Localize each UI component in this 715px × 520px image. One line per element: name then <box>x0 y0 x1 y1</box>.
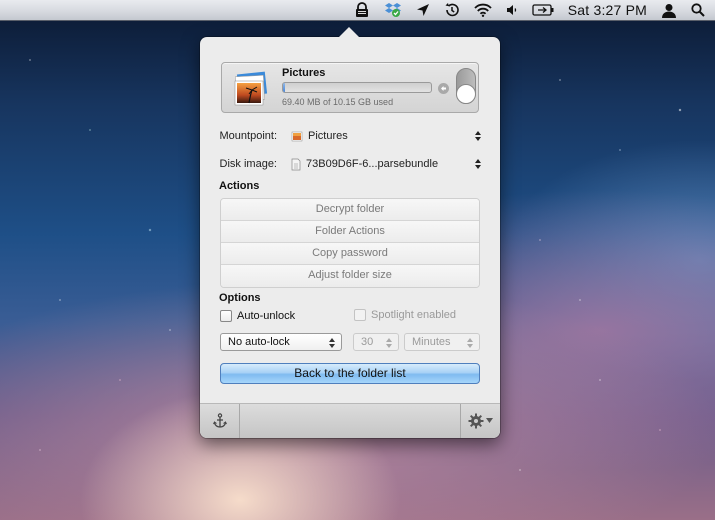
usage-progress-bar <box>282 82 432 93</box>
folder-name: Pictures <box>282 67 326 79</box>
auto-unlock-checkbox-row[interactable]: Auto-unlock <box>220 310 295 322</box>
mountpoint-label: Mountpoint: <box>219 130 277 142</box>
spotlight-checkbox-row[interactable]: Spotlight enabled <box>354 309 456 321</box>
disk-image-value: 73B09D6F-6...parsebundle <box>306 158 439 170</box>
updown-arrows-icon <box>329 338 335 348</box>
auto-lock-select-value: No auto-lock <box>228 336 290 348</box>
updown-arrows-icon <box>386 338 392 348</box>
back-to-folder-list-button[interactable]: Back to the folder list <box>220 363 480 384</box>
menubar-time-machine[interactable] <box>444 0 460 21</box>
updown-arrows-icon <box>475 159 481 169</box>
menubar-dropbox[interactable] <box>384 0 402 21</box>
auto-lock-select[interactable]: No auto-lock <box>220 333 342 351</box>
mountpoint-value: Pictures <box>308 130 348 142</box>
auto-unlock-label: Auto-unlock <box>237 310 296 322</box>
usage-progress-fill <box>283 83 286 92</box>
spotlight-enabled-checkbox[interactable] <box>354 309 366 321</box>
spotlight-search-icon <box>691 3 705 17</box>
menubar-user[interactable] <box>661 0 677 21</box>
dropdown-triangle-icon <box>486 418 493 423</box>
menu-bar: Sat 3:27 PM <box>0 0 715 21</box>
time-machine-icon <box>445 3 459 17</box>
interval-value-select[interactable]: 30 <box>353 333 399 351</box>
menubar-clock[interactable]: Sat 3:27 PM <box>568 0 647 21</box>
battery-icon <box>532 4 554 16</box>
settings-menu-button[interactable] <box>460 404 500 438</box>
menubar-location[interactable] <box>416 0 430 21</box>
actions-list: Decrypt folder Folder Actions Copy passw… <box>220 198 480 288</box>
anchor-icon <box>212 413 227 428</box>
lock-toggle-switch[interactable] <box>456 68 476 104</box>
pictures-folder-small-icon <box>291 131 303 142</box>
folder-card: Pictures 69.40 MB of 10.15 GB used <box>221 62 479 113</box>
adjust-folder-size-button[interactable]: Adjust folder size <box>221 265 479 287</box>
menubar-spotlight[interactable] <box>691 0 705 21</box>
folder-actions-button[interactable]: Folder Actions <box>221 221 479 243</box>
folder-popover: Pictures 69.40 MB of 10.15 GB used Mount… <box>200 27 500 438</box>
pictures-folder-icon <box>234 71 268 106</box>
lock-icon <box>355 2 368 17</box>
updown-arrows-icon <box>467 338 473 348</box>
updown-arrows-icon <box>475 131 481 141</box>
wifi-icon <box>474 3 492 17</box>
interval-unit-select[interactable]: Minutes <box>404 333 480 351</box>
actions-heading: Actions <box>219 180 260 192</box>
unmount-button[interactable] <box>438 83 449 94</box>
back-arrow-icon <box>441 86 446 91</box>
copy-password-button[interactable]: Copy password <box>221 243 479 265</box>
detach-anchor-button[interactable] <box>200 404 240 438</box>
decrypt-folder-button[interactable]: Decrypt folder <box>221 199 479 221</box>
popover-arrow <box>339 27 359 37</box>
gear-icon <box>468 413 484 429</box>
location-arrow-icon <box>416 4 429 16</box>
volume-icon <box>506 5 516 15</box>
menubar-lock[interactable] <box>354 0 370 21</box>
popover-bottom-bar <box>200 403 500 438</box>
menubar-battery[interactable] <box>532 0 554 21</box>
interval-unit: Minutes <box>412 336 451 348</box>
lock-toggle-knob <box>456 84 476 104</box>
mountpoint-row[interactable]: Mountpoint: Pictures <box>200 126 500 146</box>
auto-unlock-checkbox[interactable] <box>220 310 232 322</box>
options-heading: Options <box>219 292 261 304</box>
disk-image-row[interactable]: Disk image: 73B09D6F-6...parsebundle <box>200 154 500 174</box>
interval-value: 30 <box>361 336 374 348</box>
usage-text: 69.40 MB of 10.15 GB used <box>282 97 394 107</box>
menubar-volume[interactable] <box>506 0 518 21</box>
spotlight-enabled-label: Spotlight enabled <box>371 309 457 321</box>
menubar-wifi[interactable] <box>474 0 492 21</box>
disk-image-label: Disk image: <box>219 158 277 170</box>
user-icon <box>662 3 676 18</box>
document-icon <box>291 158 301 170</box>
dropbox-icon <box>384 3 401 17</box>
